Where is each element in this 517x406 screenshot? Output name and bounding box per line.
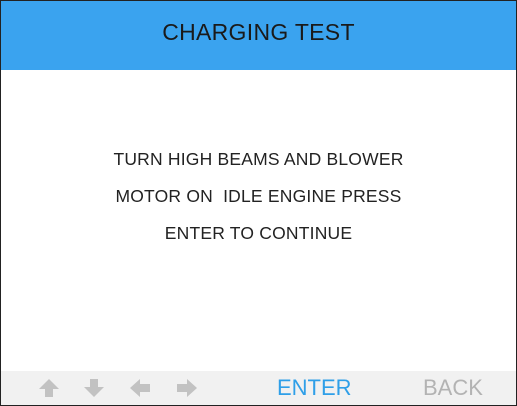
enter-button[interactable]: ENTER bbox=[277, 375, 352, 401]
message-line: MOTOR ON IDLE ENGINE PRESS bbox=[115, 186, 402, 206]
left-arrow-icon[interactable] bbox=[129, 377, 151, 399]
screen-title: CHARGING TEST bbox=[162, 19, 355, 45]
down-arrow-icon[interactable] bbox=[83, 377, 105, 399]
button-bar: ENTER BACK bbox=[1, 371, 516, 405]
right-arrow-icon[interactable] bbox=[176, 377, 198, 399]
charging-test-screen: CHARGING TEST TURN HIGH BEAMS AND BLOWER… bbox=[0, 0, 517, 406]
back-button[interactable]: BACK bbox=[423, 375, 483, 401]
message-line: ENTER TO CONTINUE bbox=[164, 223, 353, 243]
instruction-message: TURN HIGH BEAMS AND BLOWER MOTOR ON IDLE… bbox=[1, 141, 516, 252]
message-line: TURN HIGH BEAMS AND BLOWER bbox=[113, 149, 404, 169]
up-arrow-icon[interactable] bbox=[38, 377, 60, 399]
title-bar: CHARGING TEST bbox=[1, 1, 516, 70]
